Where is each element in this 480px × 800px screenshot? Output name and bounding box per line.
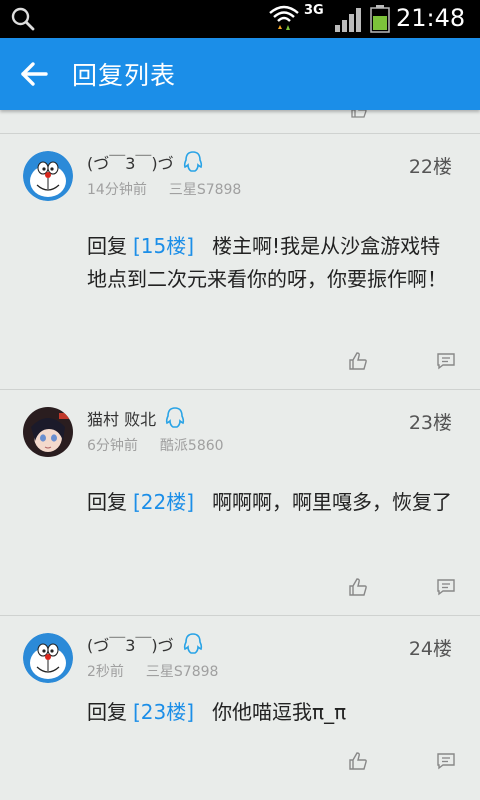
reply-meta: 2秒前 三星S7898 — [87, 661, 218, 681]
qq-penguin-icon — [183, 633, 202, 654]
post-time: 6分钟前 — [87, 438, 138, 454]
reply-word: 回复 — [87, 234, 127, 258]
doraemon-avatar[interactable] — [23, 633, 73, 683]
reply-to-floor-link[interactable]: [15楼] — [133, 234, 194, 258]
qq-penguin-icon — [183, 151, 202, 172]
reply-text: 你他喵逗我π_π — [212, 700, 347, 724]
reply-item[interactable]: (づ￣3￣)づ 2秒前 三星S7898 24楼 回复 [23楼] 你他喵逗我π_π — [0, 616, 480, 800]
app-bar: 回复列表 — [0, 38, 480, 110]
doraemon-avatar[interactable] — [23, 151, 73, 201]
comment-icon[interactable] — [436, 578, 456, 596]
reply-meta: 6分钟前 酷派5860 — [87, 435, 224, 455]
floor-number: 24楼 — [408, 638, 452, 660]
comment-icon[interactable] — [436, 352, 456, 370]
thumbs-up-icon[interactable] — [350, 110, 368, 118]
reply-word: 回复 — [87, 700, 127, 724]
reply-meta: 14分钟前 三星S7898 — [87, 179, 241, 199]
reply-to-floor-link[interactable]: [22楼] — [133, 490, 194, 514]
status-bar: 3G 21:48 — [0, 0, 480, 38]
clock: 21:48 — [396, 4, 466, 32]
comment-icon[interactable] — [436, 752, 456, 770]
arrow-left-icon[interactable] — [18, 58, 50, 90]
post-time: 14分钟前 — [87, 182, 147, 198]
reply-item[interactable]: (づ￣3￣)づ 14分钟前 三星S7898 22楼 回复 [15楼] 楼主啊!我是从沙… — [0, 134, 480, 390]
thumbs-up-icon[interactable] — [348, 578, 368, 596]
page-title: 回复列表 — [72, 61, 177, 90]
reply-word: 回复 — [87, 490, 127, 514]
reply-content: 回复 [23楼] 你他喵逗我π_π — [87, 696, 459, 729]
floor-number: 23楼 — [408, 412, 452, 434]
reply-list[interactable]: (づ￣3￣)づ 14分钟前 三星S7898 22楼 回复 [15楼] 楼主啊!我是从沙… — [0, 110, 480, 800]
device-name: 三星S7898 — [145, 664, 219, 680]
device-name: 三星S7898 — [168, 182, 242, 198]
reply-to-floor-link[interactable]: [23楼] — [133, 700, 194, 724]
author-name[interactable]: (づ￣3￣)づ — [87, 632, 174, 656]
author-row: (づ￣3￣)づ — [87, 632, 204, 656]
network-type: 3G — [304, 3, 324, 18]
thumbs-up-icon[interactable] — [348, 352, 368, 370]
author-name[interactable]: (づ￣3￣)づ — [87, 150, 174, 174]
author-name[interactable]: 猫村 败北 — [87, 406, 156, 430]
author-row: 猫村 败北 — [87, 406, 186, 430]
signal-icon — [335, 8, 361, 32]
battery-icon — [370, 5, 390, 33]
thumbs-up-icon[interactable] — [348, 752, 368, 770]
reply-content: 回复 [15楼] 楼主啊!我是从沙盒游戏特地点到二次元来看你的呀，你要振作啊！ — [87, 230, 459, 296]
reply-text: 啊啊啊，啊里嘎多，恢复了 — [212, 490, 453, 514]
search-icon[interactable] — [10, 6, 36, 32]
reply-content: 回复 [22楼] 啊啊啊，啊里嘎多，恢复了 — [87, 486, 459, 519]
qq-penguin-icon — [165, 407, 185, 428]
device-name: 酷派5860 — [159, 438, 224, 454]
previous-reply-stub — [0, 110, 480, 134]
wifi-icon — [269, 5, 299, 30]
reply-item[interactable]: 猫村 败北 6分钟前 酷派5860 23楼 回复 [22楼] 啊啊啊，啊里嘎多，恢复了 — [0, 390, 480, 616]
anime-girl-avatar[interactable] — [23, 407, 73, 457]
post-time: 2秒前 — [87, 664, 124, 680]
floor-number: 22楼 — [408, 156, 452, 178]
author-row: (づ￣3￣)づ — [87, 150, 204, 174]
